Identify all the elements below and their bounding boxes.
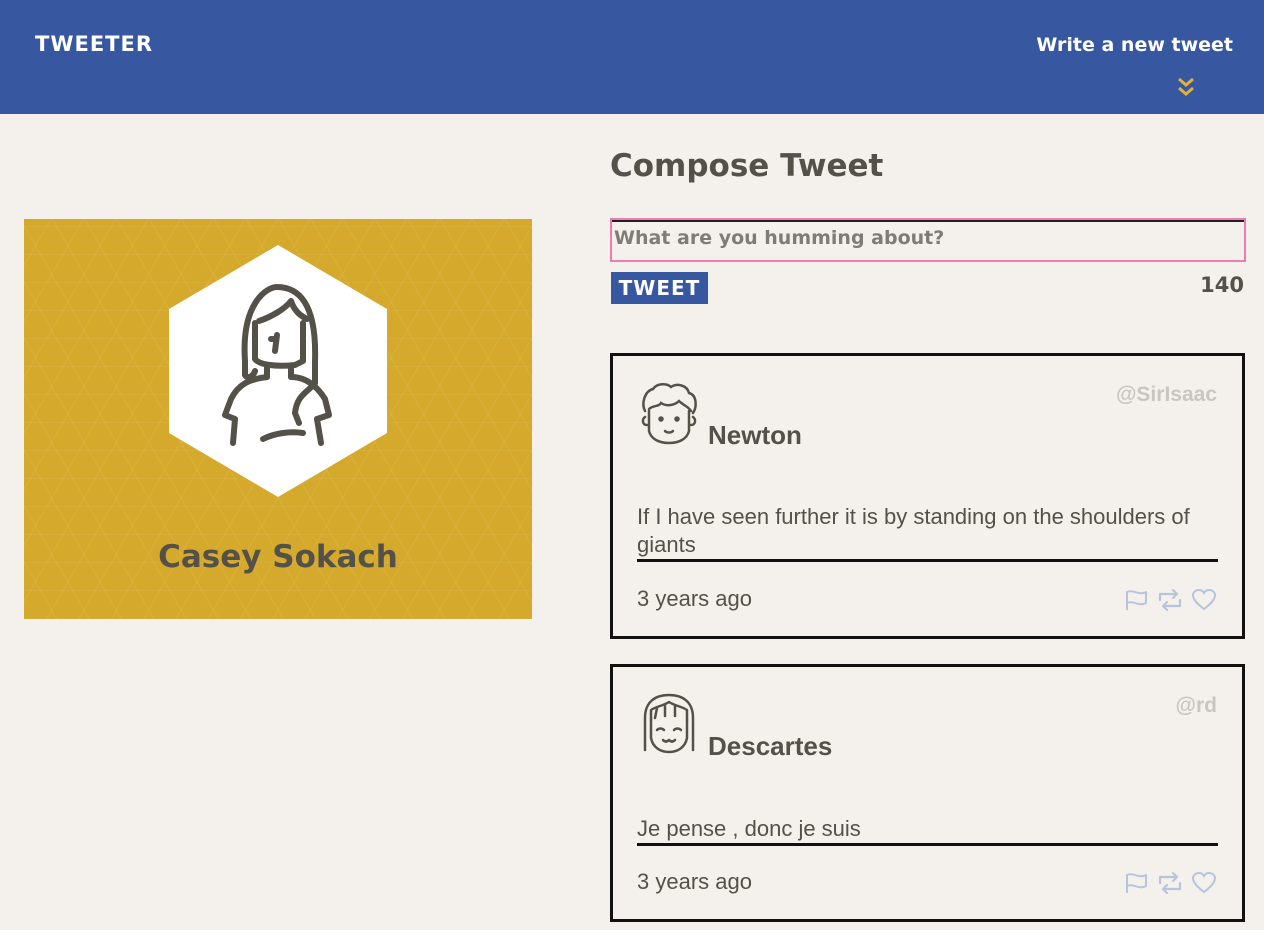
tweet-input[interactable]: [610, 218, 1246, 262]
tweet-content: If I have seen further it is by standing…: [637, 503, 1218, 562]
tweet-handle: @rd: [1175, 694, 1217, 717]
retweet-icon[interactable]: [1156, 588, 1184, 612]
brand-logo[interactable]: TWEETER: [35, 32, 153, 56]
compose-title: Compose Tweet: [610, 148, 884, 184]
profile-name: Casey Sokach: [158, 539, 398, 575]
newton-avatar-icon: [641, 383, 697, 445]
tweet-timestamp: 3 years ago: [637, 869, 752, 894]
write-new-tweet-link[interactable]: Write a new tweet: [1036, 34, 1233, 56]
descartes-avatar-icon: [643, 693, 695, 754]
retweet-icon[interactable]: [1156, 871, 1184, 895]
tweet-card: Newton @SirIsaac If I have seen further …: [610, 353, 1245, 639]
profile-card: Casey Sokach: [24, 219, 532, 619]
flag-icon[interactable]: [1122, 871, 1150, 895]
tweet-actions: [1122, 588, 1218, 612]
flag-icon[interactable]: [1122, 588, 1150, 612]
tweet-actions: [1122, 871, 1218, 895]
tweet-content: Je pense , donc je suis: [637, 815, 1218, 846]
tweet-author: Descartes: [708, 731, 833, 761]
tweet-timestamp: 3 years ago: [637, 586, 752, 611]
double-chevron-down-icon[interactable]: [1176, 76, 1196, 98]
profile-avatar-icon: [169, 245, 387, 497]
heart-icon[interactable]: [1190, 588, 1218, 612]
tweet-card: Descartes @rd Je pense , donc je suis 3 …: [610, 664, 1245, 922]
top-nav: TWEETER Write a new tweet: [0, 0, 1264, 114]
heart-icon[interactable]: [1190, 871, 1218, 895]
tweet-author: Newton: [708, 420, 802, 450]
character-counter: 140: [1200, 273, 1244, 297]
tweet-button[interactable]: TWEET: [611, 272, 708, 304]
tweet-handle: @SirIsaac: [1115, 383, 1217, 406]
